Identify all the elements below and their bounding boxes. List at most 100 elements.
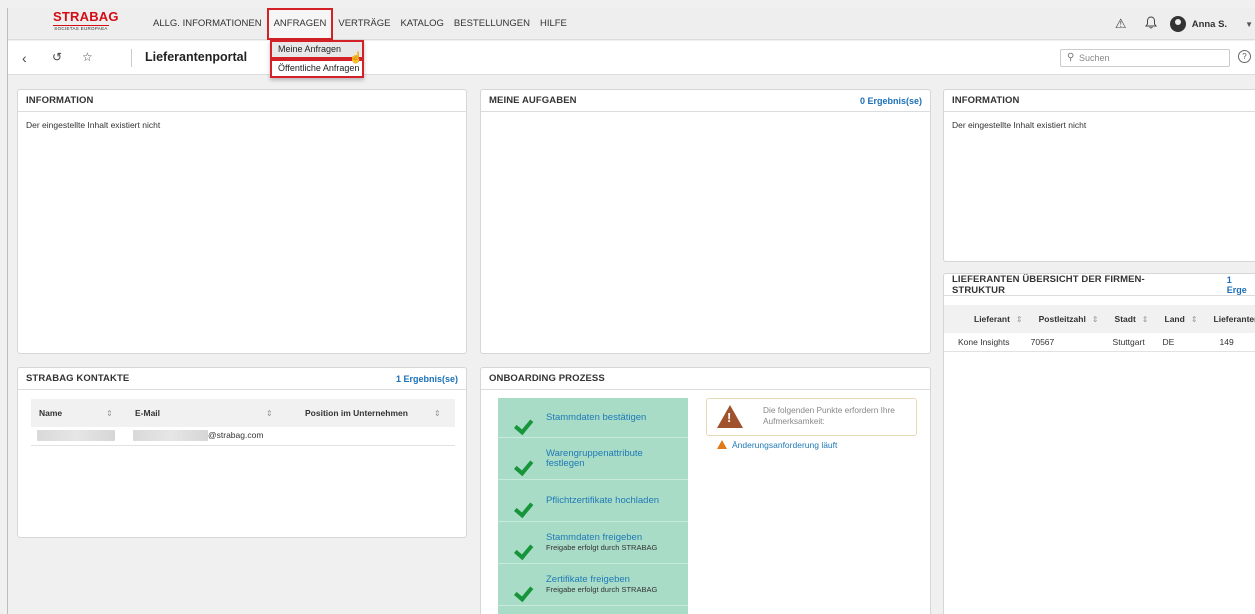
- step-title: Zertifikate freigeben: [546, 573, 630, 585]
- table-header-row: Name ⇕ E-Mail ⇕ Position im Unternehmen ⇕: [31, 399, 455, 427]
- menu-item-katalog[interactable]: KATALOG: [395, 8, 448, 40]
- cell-stadt: Stuttgart: [1106, 333, 1157, 352]
- column-header-lieferantencode[interactable]: Lieferantenco: [1205, 305, 1255, 333]
- help-icon[interactable]: ?: [1238, 50, 1251, 63]
- alert-text: Die folgenden Punkte erfordern Ihre Aufm…: [763, 405, 895, 426]
- strabag-logo[interactable]: STRABAG SOCIETAS EUROPAEA: [53, 9, 119, 34]
- information-panel-right: INFORMATION Der eingestellte Inhalt exis…: [943, 89, 1255, 262]
- sort-icon[interactable]: ⇕: [1016, 315, 1023, 324]
- history-icon[interactable]: ↺: [52, 50, 62, 64]
- alert-item-link[interactable]: Änderungsanforderung läuft: [717, 440, 837, 450]
- panel-header: INFORMATION: [944, 90, 1255, 112]
- step-stammdaten-bestaetigen[interactable]: Stammdaten bestätigen: [498, 398, 688, 438]
- table-row[interactable]: Kone Insights 70567 Stuttgart DE 149: [944, 333, 1255, 352]
- page-title: Lieferantenportal: [145, 50, 248, 64]
- bell-icon[interactable]: [1140, 16, 1162, 32]
- column-label: Postleitzahl: [1038, 314, 1086, 324]
- meine-aufgaben-panel: MEINE AUFGABEN 0 Ergebnis(se): [480, 89, 931, 354]
- column-header-name[interactable]: Name ⇕: [31, 399, 127, 427]
- user-avatar-icon[interactable]: [1169, 16, 1186, 32]
- step-title: Stammdaten freigeben: [546, 531, 643, 543]
- panel-header: ONBOARDING PROZESS: [481, 368, 930, 390]
- panel-title: STRABAG KONTAKTE: [26, 373, 130, 384]
- attention-alert: ! Die folgenden Punkte erfordern Ihre Au…: [706, 398, 917, 436]
- menu-item-vertraege[interactable]: VERTRÄGE: [333, 8, 395, 40]
- caret-down-icon[interactable]: ▼: [1245, 20, 1253, 29]
- search-input[interactable]: ⚲ Suchen: [1060, 49, 1230, 67]
- onboarding-prozess-panel: ONBOARDING PROZESS Stammdaten bestätigen…: [480, 367, 931, 614]
- logo-subtitle: SOCIETAS EUROPAEA: [53, 25, 109, 31]
- step-title: Warengruppenattribute festlegen: [546, 447, 643, 469]
- menu-item-allg-informationen[interactable]: ALLG. INFORMATIONEN: [148, 8, 267, 40]
- checkmark-icon: [512, 411, 530, 425]
- column-label: Name: [39, 408, 63, 418]
- panel-header: INFORMATION: [18, 90, 466, 112]
- step-title: Stammdaten bestätigen: [546, 411, 647, 423]
- suppliers-table: Lieferant ⇕ Postleitzahl ⇕ Stadt ⇕ Land ⇕ Li…: [944, 305, 1255, 352]
- logo-brand: STRABAG: [53, 9, 119, 24]
- column-header-position[interactable]: Position im Unternehmen ⇕: [297, 399, 455, 427]
- sort-icon[interactable]: ⇕: [1142, 315, 1149, 324]
- step-subtitle: Freigabe erfolgt durch STRABAG: [546, 542, 658, 552]
- cell-lieferantencode: 149: [1205, 333, 1255, 352]
- menu-item-hilfe[interactable]: HILFE: [535, 8, 572, 40]
- panel-text: Der eingestellte Inhalt existiert nicht: [952, 120, 1087, 130]
- menu-item-anfragen[interactable]: ANFRAGEN: [266, 8, 334, 40]
- email-domain[interactable]: @strabag.com: [208, 430, 263, 440]
- result-count-link[interactable]: 1 Erge: [1227, 275, 1254, 295]
- column-header-land[interactable]: Land ⇕: [1156, 305, 1206, 333]
- cell-postleitzahl: 70567: [1030, 333, 1107, 352]
- column-header-email[interactable]: E-Mail ⇕: [127, 399, 297, 427]
- sort-icon[interactable]: ⇕: [434, 409, 441, 418]
- panel-header: LIEFERANTEN ÜBERSICHT DER FIRMEN-STRUKTU…: [944, 274, 1255, 296]
- column-header-stadt[interactable]: Stadt ⇕: [1106, 305, 1157, 333]
- search-icon: ⚲: [1067, 52, 1075, 63]
- table-header-row: Lieferant ⇕ Postleitzahl ⇕ Stadt ⇕ Land ⇕ Li…: [944, 305, 1255, 333]
- step-warengruppenattribute[interactable]: Warengruppenattribute festlegen: [498, 438, 688, 480]
- main-menu: ALLG. INFORMATIONEN ANFRAGEN VERTRÄGE KA…: [148, 8, 572, 40]
- sort-icon[interactable]: ⇕: [266, 409, 273, 418]
- sort-icon[interactable]: ⇕: [1191, 315, 1198, 324]
- panel-title: INFORMATION: [952, 95, 1020, 106]
- sort-icon[interactable]: ⇕: [1092, 315, 1099, 324]
- checkmark-icon: [512, 494, 530, 508]
- panel-title: LIEFERANTEN ÜBERSICHT DER FIRMEN-STRUKTU…: [952, 273, 1145, 296]
- warning-icon[interactable]: ⚠: [1110, 16, 1132, 32]
- menu-item-bestellungen[interactable]: BESTELLUNGEN: [449, 8, 535, 40]
- column-label: Land: [1164, 314, 1185, 324]
- lieferanten-uebersicht-panel: LIEFERANTEN ÜBERSICHT DER FIRMEN-STRUKTU…: [943, 273, 1255, 614]
- cell-name-redacted: [31, 427, 127, 446]
- result-count-link[interactable]: 1 Ergebnis(se): [396, 374, 458, 384]
- alert-item-text: Änderungsanforderung läuft: [732, 440, 838, 450]
- sort-icon[interactable]: ⇕: [106, 409, 113, 418]
- column-label: E-Mail: [135, 408, 161, 418]
- result-count-link[interactable]: 0 Ergebnis(se): [860, 96, 922, 106]
- window-left-border: [7, 8, 8, 614]
- step-subtitle: Freigabe erfolgt durch STRABAG: [546, 584, 658, 594]
- search-placeholder: Suchen: [1079, 53, 1110, 63]
- warning-exclamation: !: [727, 410, 732, 425]
- page-toolbar: ‹ ↺ ☆ Lieferantenportal ⚲ Suchen ?: [8, 41, 1255, 75]
- column-header-postleitzahl[interactable]: Postleitzahl ⇕: [1030, 305, 1107, 333]
- column-header-lieferant[interactable]: Lieferant ⇕: [944, 305, 1031, 333]
- panel-title: ONBOARDING PROZESS: [489, 373, 605, 384]
- panel-text: Der eingestellte Inhalt existiert nicht: [26, 120, 161, 130]
- checkmark-icon: [512, 452, 530, 466]
- contacts-table: Name ⇕ E-Mail ⇕ Position im Unternehmen ⇕ @…: [31, 399, 455, 446]
- table-row[interactable]: @strabag.com: [31, 427, 455, 446]
- back-arrow-icon[interactable]: ‹: [22, 50, 27, 66]
- toolbar-divider: [131, 49, 132, 67]
- step-pflichtzertifikate[interactable]: Pflichtzertifikate hochladen: [498, 480, 688, 522]
- top-menu-bar: STRABAG SOCIETAS EUROPAEA ALLG. INFORMAT…: [8, 8, 1255, 40]
- checkmark-icon: [512, 578, 530, 592]
- cell-lieferant: Kone Insights: [944, 333, 1031, 352]
- checkmark-icon: [512, 536, 530, 550]
- username[interactable]: Anna S.: [1192, 19, 1227, 30]
- hand-cursor-icon: ☝: [349, 52, 363, 64]
- column-label: Lieferant: [974, 314, 1010, 324]
- column-label: Stadt: [1114, 314, 1136, 324]
- step-stammdaten-freigeben[interactable]: Stammdaten freigeben Freigabe erfolgt dur…: [498, 522, 688, 564]
- step-zertifikate-freigeben[interactable]: Zertifikate freigeben Freigabe erfolgt du…: [498, 564, 688, 606]
- favorite-star-icon[interactable]: ☆: [82, 50, 93, 64]
- panel-title: MEINE AUFGABEN: [489, 95, 577, 106]
